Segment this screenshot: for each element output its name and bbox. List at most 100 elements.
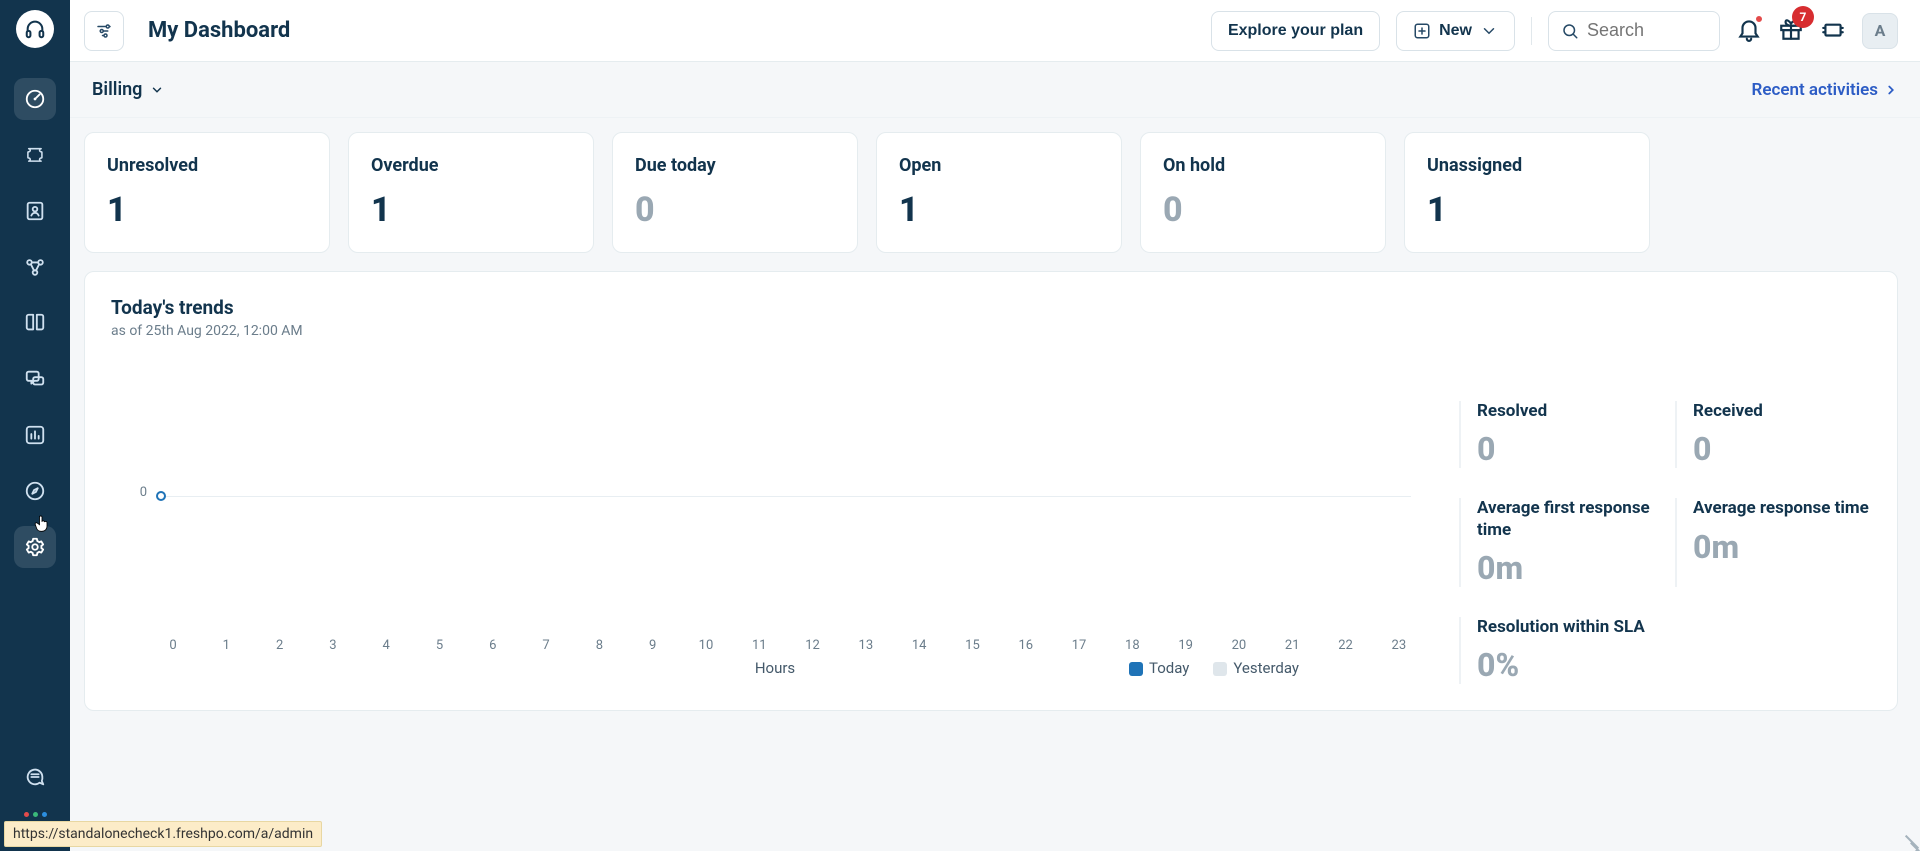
x-tick: 14 (907, 638, 931, 653)
x-tick: 6 (481, 638, 505, 653)
nav-conversations[interactable] (14, 358, 56, 400)
recent-activities-label: Recent activities (1752, 80, 1878, 100)
x-tick: 18 (1120, 638, 1144, 653)
trends-title: Today's trends (111, 296, 1871, 319)
search-input[interactable] (1587, 20, 1707, 41)
grid-line (161, 496, 1411, 497)
topbar: My Dashboard Explore your plan New 7 A (70, 0, 1920, 62)
dashboard-filter-label: Billing (92, 79, 142, 100)
search-icon (1561, 22, 1579, 40)
stat-card[interactable]: Unassigned 1 (1404, 132, 1650, 253)
gift-button[interactable]: 7 (1778, 16, 1804, 46)
x-tick: 12 (801, 638, 825, 653)
stat-card[interactable]: Due today 0 (612, 132, 858, 253)
ticket-icon (24, 144, 46, 166)
nav-solutions[interactable] (14, 302, 56, 344)
search-button[interactable] (1548, 11, 1720, 51)
explore-plan-button[interactable]: Explore your plan (1211, 11, 1380, 51)
x-tick: 8 (587, 638, 611, 653)
x-tick: 20 (1227, 638, 1251, 653)
side-stat-label: Received (1693, 401, 1871, 422)
sidebar-nav (14, 78, 56, 756)
trends-asof: as of 25th Aug 2022, 12:00 AM (111, 323, 1871, 339)
nav-dashboard[interactable] (14, 78, 56, 120)
stat-card[interactable]: On hold0 (1140, 132, 1386, 253)
stat-row: Unresolved1Overdue1Due today0Open1On hol… (84, 132, 1898, 253)
chart-legend: Today Yesterday (1129, 659, 1299, 677)
subheader: Billing Recent activities (70, 62, 1920, 118)
page-title: My Dashboard (148, 18, 290, 43)
gift-badge: 7 (1792, 6, 1814, 28)
side-stat-value: 0m (1693, 528, 1871, 566)
legend-yesterday[interactable]: Yesterday (1213, 659, 1299, 677)
nav-tickets[interactable] (14, 134, 56, 176)
new-button[interactable]: New (1396, 11, 1515, 51)
unknown-toolbar-icon[interactable] (1820, 16, 1846, 46)
side-stat-value: 0m (1477, 549, 1655, 587)
x-tick: 10 (694, 638, 718, 653)
notifications-button[interactable] (1736, 16, 1762, 46)
x-tick: 21 (1280, 638, 1304, 653)
app-logo[interactable] (16, 10, 54, 48)
stat-card[interactable]: Overdue1 (348, 132, 594, 253)
plot-area (161, 359, 1411, 633)
notification-dot (1754, 14, 1764, 24)
avatar[interactable]: A (1862, 13, 1898, 49)
side-stat: Resolved0 (1459, 401, 1655, 468)
chats-icon (24, 368, 46, 390)
book-icon (24, 312, 46, 334)
side-stat-value: 0% (1477, 646, 1655, 684)
stat-value: 1 (1427, 190, 1627, 230)
nav-chat[interactable] (14, 756, 56, 798)
x-ticks: 01234567891011121314151617181920212223 (161, 638, 1411, 653)
side-stat: Average response time0m (1675, 498, 1871, 587)
x-tick: 2 (268, 638, 292, 653)
stat-card[interactable]: Open1 (876, 132, 1122, 253)
resize-grip-icon (1898, 829, 1918, 849)
recent-activities-link[interactable]: Recent activities (1752, 80, 1898, 100)
nav-automations[interactable] (14, 246, 56, 288)
x-tick: 15 (960, 638, 984, 653)
filter-icon (95, 22, 113, 40)
stat-label: Unassigned (1427, 155, 1627, 176)
x-tick: 7 (534, 638, 558, 653)
gear-icon (24, 536, 46, 558)
x-tick: 22 (1334, 638, 1358, 653)
stat-value: 0 (635, 190, 835, 230)
plus-square-icon (1413, 22, 1431, 40)
nav-admin[interactable] (14, 526, 56, 568)
x-tick: 11 (747, 638, 771, 653)
x-tick: 9 (641, 638, 665, 653)
data-point (156, 491, 166, 501)
trend-side-stats: Resolved0Received0Average first response… (1439, 351, 1871, 681)
nav-explore[interactable] (14, 470, 56, 512)
status-bar-url: https://standalonecheck1.freshpo.com/a/a… (4, 821, 322, 847)
nav-analytics[interactable] (14, 414, 56, 456)
nodes-icon (24, 256, 46, 278)
stack-icon (1820, 16, 1846, 42)
stat-label: Open (899, 155, 1099, 176)
dashboard-filter-dropdown[interactable]: Billing (92, 79, 164, 100)
filter-button[interactable] (84, 11, 124, 51)
x-tick: 5 (427, 638, 451, 653)
x-tick: 4 (374, 638, 398, 653)
side-stat-label: Average first response time (1477, 498, 1655, 541)
trends-chart: 0 01234567891011121314151617181920212223… (111, 351, 1439, 681)
legend-today[interactable]: Today (1129, 659, 1189, 677)
stat-value: 0 (1163, 190, 1363, 230)
nav-contacts[interactable] (14, 190, 56, 232)
x-tick: 19 (1174, 638, 1198, 653)
side-stat: Resolution within SLA 0% (1459, 617, 1655, 684)
chevron-down-icon (150, 83, 164, 97)
stat-label: Due today (635, 155, 835, 176)
contact-icon (24, 200, 46, 222)
y-tick: 0 (111, 351, 147, 633)
x-tick: 16 (1014, 638, 1038, 653)
sidebar (0, 0, 70, 851)
stat-label: Unresolved (107, 155, 307, 176)
side-stat-label: Resolution within SLA (1477, 617, 1655, 638)
x-tick: 0 (161, 638, 185, 653)
chevron-right-icon (1884, 83, 1898, 97)
x-tick: 13 (854, 638, 878, 653)
stat-card[interactable]: Unresolved1 (84, 132, 330, 253)
